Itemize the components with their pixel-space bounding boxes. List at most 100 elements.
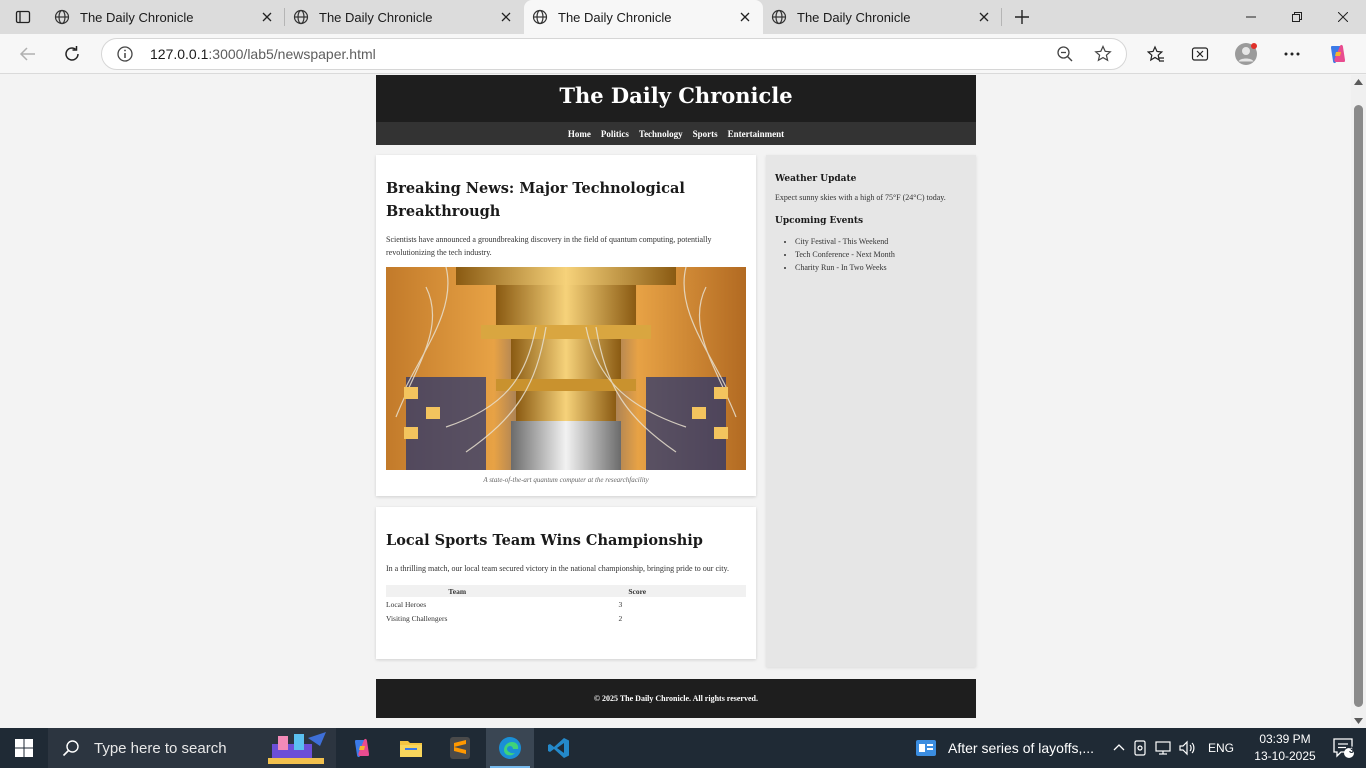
address-bar[interactable]: 127.0.0.1:3000/lab5/newspaper.html [101,38,1127,70]
window-controls [1228,0,1366,34]
list-item: City Festival - This Weekend [795,235,967,248]
news-icon [916,740,936,756]
taskbar-app-file-explorer[interactable] [387,728,435,768]
chevron-up-icon[interactable] [1112,741,1126,755]
article-headline: Breaking News: Major Technological Break… [386,180,685,220]
news-text: After series of layoffs,... [948,740,1095,756]
close-tab-button[interactable] [257,7,277,27]
volume-icon[interactable] [1178,740,1196,756]
taskbar-search[interactable]: Type here to search [48,728,336,768]
team-cell: Local Heroes [386,599,427,609]
system-tray: ENG [1112,728,1234,768]
favorites-button[interactable] [1140,38,1172,70]
refresh-button[interactable] [56,38,88,70]
close-icon [740,12,750,22]
taskbar-app-vscode[interactable] [535,728,583,768]
info-icon[interactable] [116,45,134,63]
globe-icon [532,9,548,25]
minimize-button[interactable] [1228,0,1274,34]
events-list: City Festival - This Weekend Tech Confer… [775,235,967,274]
tab-title: The Daily Chronicle [797,9,911,25]
tab-bar: The Daily Chronicle The Daily Chronicle … [0,0,1366,34]
collections-icon [1191,47,1209,61]
back-icon [19,47,35,61]
nav-home[interactable]: Home [568,129,591,139]
nav-sports[interactable]: Sports [693,129,718,139]
collections-button[interactable] [1184,38,1216,70]
clock[interactable]: 03:39 PM 13-10-2025 [1250,731,1320,765]
browser-tab[interactable]: The Daily Chronicle [46,0,285,34]
table-row: Visiting Challengers 2 [386,611,746,625]
weather-heading: Weather Update [775,174,857,184]
taskbar-app-sublime[interactable] [436,728,484,768]
browser-tab-active[interactable]: The Daily Chronicle [524,0,763,34]
network-icon[interactable] [1154,740,1172,756]
back-button[interactable] [12,38,44,70]
table-row: Local Heroes 3 [386,597,746,611]
taskbar: Type here to search After series of layo… [0,728,1366,768]
list-item: Charity Run - In Two Weeks [795,261,967,274]
url-host: 127.0.0.1 [150,46,209,62]
windows-logo-icon [15,739,33,757]
vscode-icon [548,738,569,758]
profile-icon [1235,43,1257,65]
copilot-button[interactable] [1322,38,1354,70]
browser-tab[interactable]: The Daily Chronicle [763,0,1002,34]
sublime-text-icon [450,737,470,759]
browser-toolbar: 127.0.0.1:3000/lab5/newspaper.html [0,34,1366,74]
search-icon [62,740,79,757]
start-button[interactable] [0,728,48,768]
search-placeholder: Type here to search [94,739,227,757]
tab-actions-button[interactable] [0,0,46,34]
restore-button[interactable] [1274,0,1320,34]
tab-title: The Daily Chronicle [319,9,433,25]
scroll-down-icon[interactable] [1354,718,1363,724]
favorite-star-icon[interactable] [1094,45,1112,63]
url-path: :3000/lab5/newspaper.html [208,46,376,62]
site-title: The Daily Chronicle [559,83,793,108]
close-tab-button[interactable] [735,7,755,27]
task-view-icon[interactable] [1132,740,1148,756]
page-scrollbar[interactable] [1351,75,1366,728]
sidebar: Weather Update Expect sunny skies with a… [766,155,976,667]
nav-politics[interactable]: Politics [601,129,629,139]
site-header: The Daily Chronicle Home Politics Techno… [376,75,976,145]
scroll-up-icon[interactable] [1354,79,1363,85]
weather-text: Expect sunny skies with a high of 75°F (… [775,193,946,202]
profile-button[interactable] [1230,38,1262,70]
zoom-icon[interactable] [1056,45,1074,63]
close-icon [501,12,511,22]
copilot-icon [1331,44,1345,64]
language-indicator[interactable]: ENG [1208,741,1234,755]
close-icon [979,12,989,22]
globe-icon [54,9,70,25]
article-body: In a thrilling match, our local team sec… [386,564,729,573]
article-body: Scientists have announced a groundbreaki… [386,235,712,257]
score-table: Team Score Local Heroes 3 Visiting Chall… [386,585,746,625]
copilot-app-icon [355,738,369,758]
quantum-computer-image [386,267,746,470]
notification-button[interactable]: 3 [1320,728,1366,768]
more-button[interactable] [1276,38,1308,70]
scrollbar-thumb[interactable] [1354,105,1363,707]
nav-technology[interactable]: Technology [639,129,683,139]
table-header-team: Team [386,585,529,597]
window-close-button[interactable] [1320,0,1366,34]
new-tab-button[interactable] [1002,0,1042,34]
site-footer: © 2025 The Daily Chronicle. All rights r… [376,679,976,718]
page-viewport: The Daily Chronicle Home Politics Techno… [0,75,1351,728]
close-tab-button[interactable] [974,7,994,27]
url-text: 127.0.0.1:3000/lab5/newspaper.html [150,46,376,62]
close-tab-button[interactable] [496,7,516,27]
nav-entertainment[interactable]: Entertainment [728,129,785,139]
news-widget[interactable]: After series of layoffs,... [916,728,1094,768]
notification-count: 3 [1349,745,1355,755]
taskbar-app-edge[interactable] [486,728,534,768]
tab-actions-icon [15,10,31,24]
events-heading: Upcoming Events [775,216,864,226]
browser-tab[interactable]: The Daily Chronicle [285,0,524,34]
favorites-icon [1147,45,1164,62]
taskbar-app-copilot[interactable] [338,728,386,768]
article-sports: Local Sports Team Wins Championship In a… [376,507,756,659]
file-explorer-icon [400,741,422,757]
